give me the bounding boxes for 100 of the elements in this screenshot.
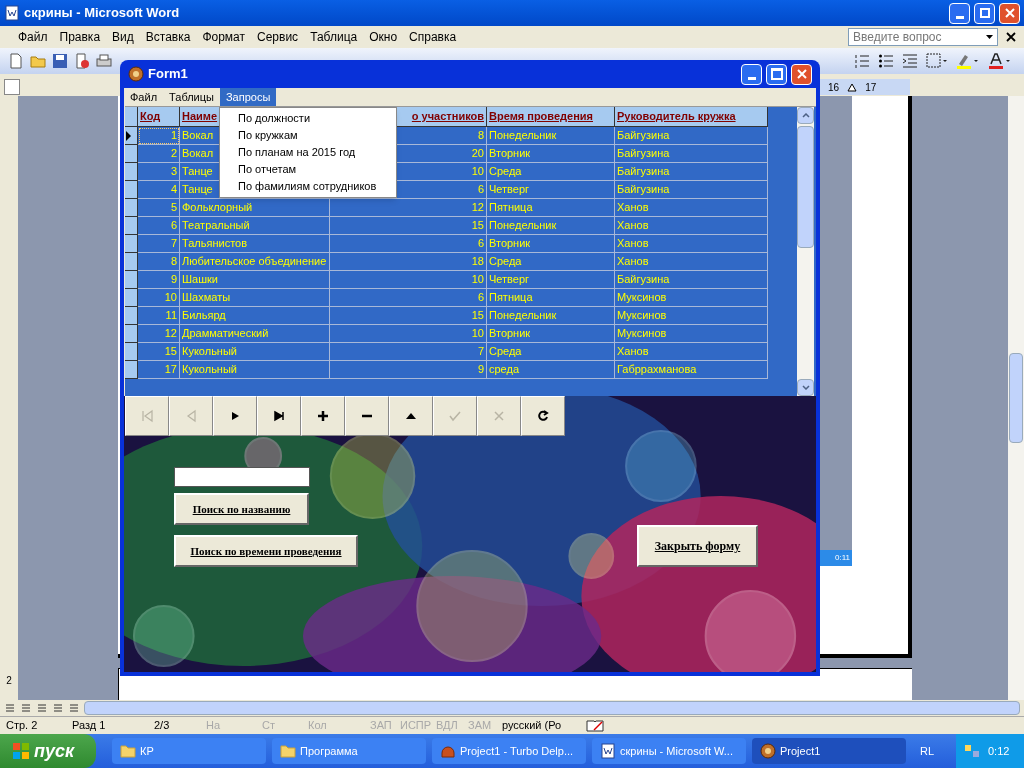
table-cell: 5 (138, 199, 180, 217)
row-indicator[interactable] (125, 181, 138, 199)
web-view-icon[interactable] (20, 702, 32, 714)
taskbar-button[interactable]: скрины - Microsoft W... (592, 738, 746, 764)
dropdown-item[interactable]: По планам на 2015 год (220, 144, 396, 161)
menu-item[interactable]: Запросы (219, 88, 277, 106)
borders-icon[interactable] (926, 53, 948, 69)
table-cell: 7 (330, 343, 487, 361)
navigator-button[interactable] (301, 396, 345, 436)
taskbar-button[interactable]: КР (112, 738, 266, 764)
indent-icon[interactable] (902, 53, 918, 69)
taskbar-button[interactable]: Project1 - Turbo Delp... (432, 738, 586, 764)
app-icon (760, 743, 776, 759)
search-field[interactable] (174, 467, 310, 487)
row-indicator[interactable] (125, 235, 138, 253)
table-cell: Кукольный (180, 343, 330, 361)
folder-icon (280, 744, 296, 758)
normal-view-icon[interactable] (4, 702, 16, 714)
navigator-button[interactable] (521, 396, 565, 436)
search-button[interactable]: Поиск по времени проведения (174, 535, 358, 567)
table-cell: Ханов (615, 235, 768, 253)
table-cell: 6 (330, 289, 487, 307)
page-view-icon[interactable] (36, 702, 48, 714)
table-cell: 10 (330, 271, 487, 289)
clock: 0:12 (988, 743, 1010, 759)
row-indicator[interactable] (125, 343, 138, 361)
save-icon[interactable] (52, 53, 68, 69)
clock-text: 0:11 (835, 552, 850, 564)
row-indicator[interactable] (125, 289, 138, 307)
status-text: На (206, 718, 222, 734)
row-indicator[interactable] (125, 253, 138, 271)
table-cell: Четверг (487, 181, 615, 199)
close-icon[interactable] (1006, 32, 1016, 42)
window-title: скрины - Microsoft Word (24, 4, 181, 23)
permission-icon[interactable] (74, 53, 90, 69)
tab-selector[interactable] (4, 79, 20, 95)
vertical-scrollbar[interactable] (797, 107, 814, 396)
row-indicator[interactable] (125, 145, 138, 163)
minimize-button[interactable] (949, 2, 970, 24)
status-text: ЗАП (370, 718, 393, 734)
taskbar-button[interactable]: Project1 (752, 738, 906, 764)
menu-item[interactable]: Файл (12, 28, 54, 46)
indent-marker-icon[interactable] (847, 82, 858, 92)
close-button[interactable] (791, 63, 812, 85)
maximize-button[interactable] (766, 63, 787, 85)
print-icon[interactable] (96, 53, 112, 69)
reading-view-icon[interactable] (68, 702, 80, 714)
search-button[interactable]: Поиск по названию (174, 493, 309, 525)
menu-item[interactable]: Вид (106, 28, 140, 46)
start-button[interactable]: пуск (0, 734, 96, 768)
restore-button[interactable] (974, 2, 995, 24)
menu-item[interactable]: Вставка (139, 28, 197, 46)
language-indicator[interactable]: RL (920, 742, 935, 760)
vertical-scrollbar[interactable] (1008, 96, 1024, 700)
new-document-icon[interactable] (8, 53, 24, 69)
table-cell: 4 (138, 181, 180, 199)
menu-item[interactable]: Таблицы (163, 88, 220, 106)
outline-view-icon[interactable] (52, 702, 64, 714)
bulleted-list-icon[interactable] (878, 53, 894, 69)
close-button[interactable] (999, 2, 1020, 24)
dropdown-item[interactable]: По фамилиям сотрудников (220, 178, 396, 195)
font-color-icon[interactable] (988, 53, 1012, 69)
menu-item[interactable]: Сервис (251, 28, 305, 46)
navigator-button[interactable] (257, 396, 301, 436)
column-header[interactable]: Руководитель кружка (615, 107, 768, 127)
table-cell: Любительское объединение (180, 253, 330, 271)
menu-item[interactable]: Формат (196, 28, 252, 46)
minimize-button[interactable] (741, 63, 762, 85)
table-cell: 17 (138, 361, 180, 379)
row-indicator[interactable] (125, 163, 138, 181)
menu-item[interactable]: Правка (53, 28, 107, 46)
row-indicator[interactable] (125, 361, 138, 379)
row-indicator[interactable] (125, 199, 138, 217)
row-indicator[interactable] (125, 271, 138, 289)
status-text: русский (Ро (502, 718, 563, 734)
row-indicator[interactable] (125, 325, 138, 343)
row-indicator[interactable] (125, 217, 138, 235)
table-cell: Муксинов (615, 325, 768, 343)
menu-item[interactable]: Справка (403, 28, 463, 46)
menu-item[interactable]: Окно (363, 28, 404, 46)
close-form-button[interactable]: Закрыть форму (637, 525, 758, 567)
table-cell: Шахматы (180, 289, 330, 307)
column-header[interactable]: Время проведения (487, 107, 615, 127)
menu-item[interactable]: Таблица (304, 28, 364, 46)
row-indicator[interactable] (125, 307, 138, 325)
table-cell: Понедельник (487, 307, 615, 325)
column-header[interactable]: Код (138, 107, 180, 127)
row-indicator[interactable] (125, 127, 138, 145)
horizontal-scrollbar[interactable] (84, 701, 1020, 715)
table-cell: 10 (138, 289, 180, 307)
help-field[interactable]: Введите вопрос (848, 28, 998, 46)
numbered-list-icon[interactable] (854, 53, 870, 69)
caret-icon[interactable] (986, 35, 993, 39)
taskbar-button[interactable]: Программа (272, 738, 426, 764)
menu-item[interactable]: Файл (124, 88, 164, 106)
highlighter-icon[interactable] (956, 53, 980, 69)
current-row-icon (125, 130, 132, 141)
table-cell: Байгузина (615, 145, 768, 163)
table-cell: Фольклорный (180, 199, 330, 217)
table-cell: Вторник (487, 235, 615, 253)
